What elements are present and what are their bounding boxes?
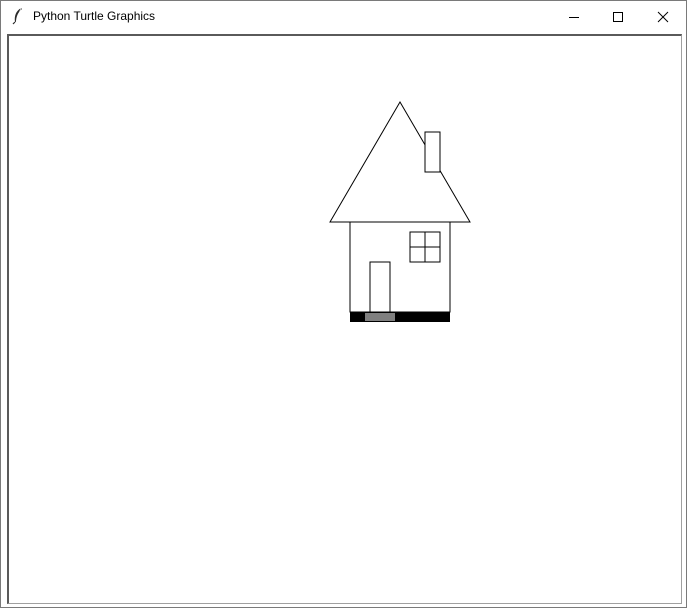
minimize-button[interactable]	[551, 1, 597, 32]
turtle-canvas-frame	[7, 34, 682, 604]
title-bar[interactable]: Python Turtle Graphics	[1, 1, 686, 32]
feather-icon	[10, 7, 26, 25]
close-button[interactable]	[640, 1, 686, 32]
house-door	[369, 261, 391, 313]
house-chimney	[424, 131, 441, 173]
house-door-step	[365, 313, 395, 321]
turtle-window: Python Turtle Graphics	[0, 0, 687, 608]
window-title: Python Turtle Graphics	[33, 9, 156, 23]
turtle-canvas[interactable]	[9, 36, 680, 602]
minimize-icon	[568, 11, 580, 23]
close-icon	[657, 11, 669, 23]
house-window	[409, 231, 441, 263]
house-wall	[349, 221, 451, 313]
maximize-button[interactable]	[595, 1, 641, 32]
house-roof	[329, 101, 471, 223]
maximize-icon	[612, 11, 624, 23]
